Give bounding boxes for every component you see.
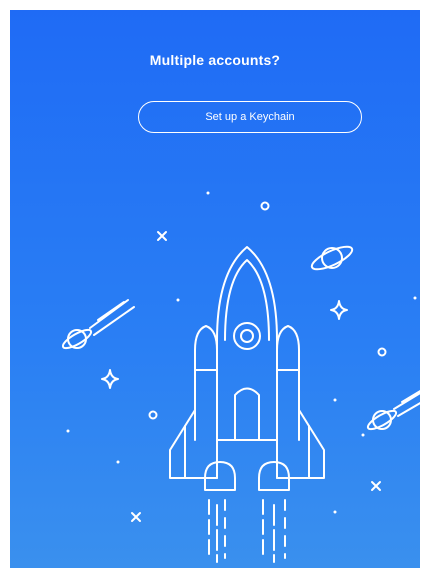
star-dot-icon <box>66 429 70 433</box>
star-icon <box>131 512 141 522</box>
small-ring-icon <box>377 347 387 357</box>
star-dot-icon <box>116 460 120 464</box>
star-dot-icon <box>333 398 337 402</box>
sparkle-icon <box>101 369 119 389</box>
planet-icon <box>310 245 354 271</box>
star-dot-icon <box>206 191 210 195</box>
sparkle-icon <box>330 300 348 320</box>
comet-icon <box>61 299 135 350</box>
comet-icon <box>366 390 420 431</box>
rocket-icon <box>169 246 325 563</box>
small-ring-icon <box>148 410 158 420</box>
rocket-launch-illustration <box>61 191 420 563</box>
small-ring-icon <box>260 201 270 211</box>
star-dot-icon <box>176 298 180 302</box>
star-icon <box>157 231 167 241</box>
star-dot-icon <box>333 510 337 514</box>
star-dot-icon <box>361 433 365 437</box>
star-dot-icon <box>413 296 417 300</box>
onboarding-panel: Multiple accounts? Set up a Keychain <box>10 10 420 568</box>
star-icon <box>371 481 381 491</box>
